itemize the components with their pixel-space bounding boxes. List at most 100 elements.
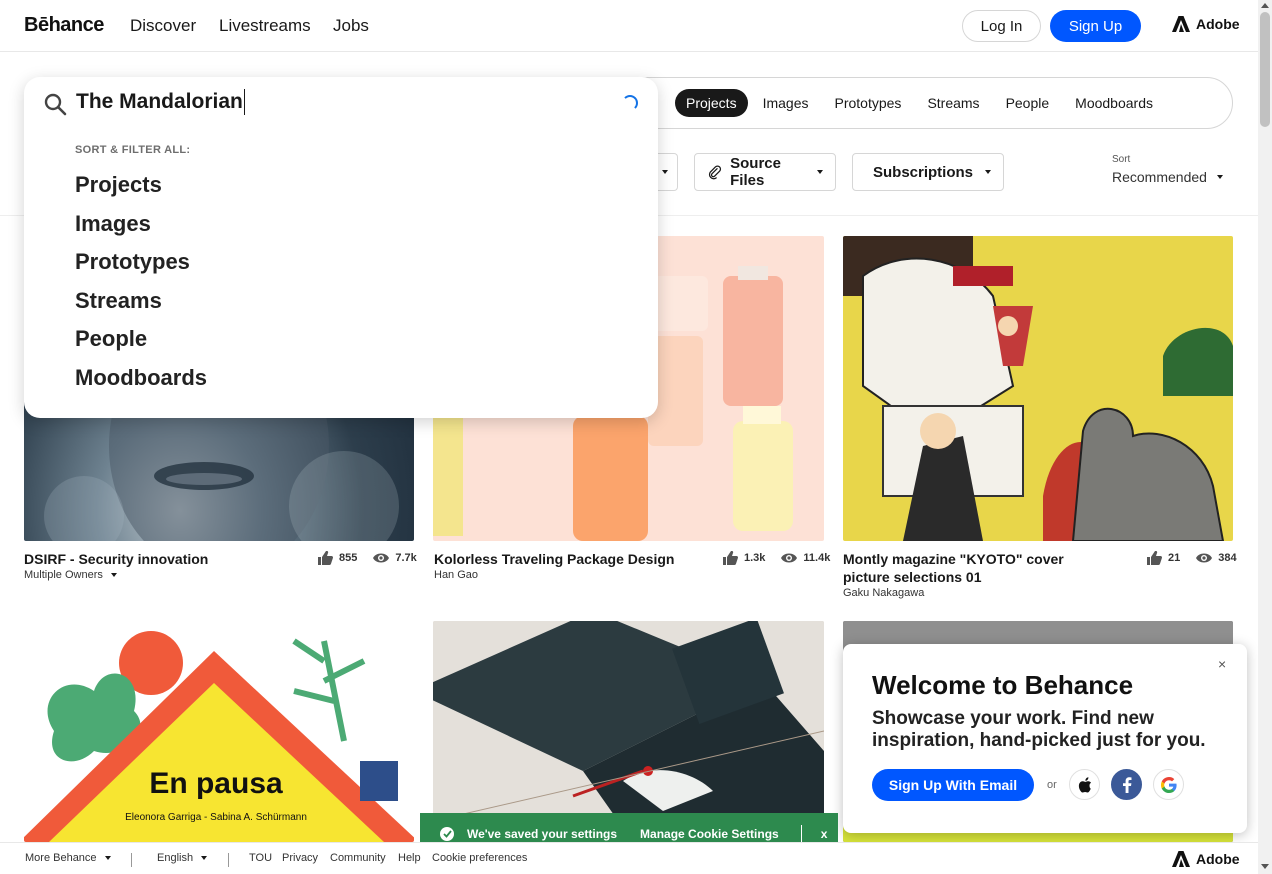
scrollbar-thumb[interactable] xyxy=(1260,12,1270,127)
paperclip-icon xyxy=(708,165,722,180)
chevron-down-icon xyxy=(104,856,111,860)
nav-jobs[interactable]: Jobs xyxy=(333,16,369,36)
manage-cookie-settings-link[interactable]: Manage Cookie Settings xyxy=(640,827,779,841)
adobe-icon xyxy=(1172,16,1190,32)
chevron-down-icon xyxy=(1216,175,1223,179)
top-nav: Bēhance Discover Livestreams Jobs Log In… xyxy=(0,0,1258,52)
kyoto-illustration-image xyxy=(843,236,1233,541)
chevron-down-icon xyxy=(110,573,117,577)
subscriptions-filter[interactable]: Subscriptions xyxy=(852,153,1004,191)
page-scrollbar[interactable] xyxy=(1258,0,1272,874)
language-menu[interactable]: English xyxy=(157,852,208,864)
suggestion-people[interactable]: People xyxy=(75,326,147,352)
project-stats: 855 7.7k xyxy=(317,551,417,565)
crane-box-image xyxy=(433,621,824,842)
project-thumbnail[interactable] xyxy=(843,236,1233,541)
behance-page: { "nav": { "logo": "Bēhance", "links": [… xyxy=(0,0,1272,874)
project-owner[interactable]: Multiple Owners xyxy=(24,569,117,581)
adobe-label: Adobe xyxy=(1196,16,1240,32)
chevron-down-icon xyxy=(662,170,668,174)
view-count: 384 xyxy=(1218,552,1237,564)
suggestion-projects[interactable]: Projects xyxy=(75,172,162,198)
facebook-signin-button[interactable] xyxy=(1111,769,1142,800)
footer-divider xyxy=(131,853,132,867)
chip-moodboards[interactable]: Moodboards xyxy=(1064,89,1164,117)
eye-icon xyxy=(1196,553,1213,563)
apple-icon xyxy=(1078,776,1091,793)
search-type-chips: Projects Images Prototypes Streams Peopl… xyxy=(675,89,1164,117)
footer-link-help[interactable]: Help xyxy=(398,852,421,864)
scroll-up-arrow-icon[interactable] xyxy=(1261,3,1269,8)
loading-spinner-icon xyxy=(622,95,638,111)
chip-projects[interactable]: Projects xyxy=(675,89,748,117)
suggestion-prototypes[interactable]: Prototypes xyxy=(75,249,190,275)
google-icon xyxy=(1160,776,1177,793)
apple-signin-button[interactable] xyxy=(1069,769,1100,800)
footer-link-privacy[interactable]: Privacy xyxy=(282,852,318,864)
footer-link-tou[interactable]: TOU xyxy=(249,852,272,864)
footer-link-cookie-preferences[interactable]: Cookie preferences xyxy=(432,852,527,864)
thumbs-up-icon xyxy=(1147,551,1162,565)
google-signin-button[interactable] xyxy=(1153,769,1184,800)
suggestion-moodboards[interactable]: Moodboards xyxy=(75,365,207,391)
or-label: or xyxy=(1047,779,1057,791)
sort-value: Recommended xyxy=(1112,169,1207,185)
project-thumbnail[interactable] xyxy=(433,621,824,842)
book-title: En pausa xyxy=(149,767,283,800)
toast-close-button[interactable]: x xyxy=(821,827,828,841)
chevron-down-icon xyxy=(817,170,823,174)
suggestion-images[interactable]: Images xyxy=(75,211,151,237)
project-thumbnail[interactable]: En pausa Eleonora Garriga - Sabina A. Sc… xyxy=(24,621,414,842)
chevron-down-icon xyxy=(985,170,992,174)
source-files-filter[interactable]: Source Files xyxy=(694,153,836,191)
footer-adobe-link[interactable]: Adobe xyxy=(1172,851,1240,867)
login-button[interactable]: Log In xyxy=(962,10,1041,42)
sort-dropdown[interactable]: Sort Recommended xyxy=(1112,154,1223,185)
source-files-label: Source Files xyxy=(730,155,781,189)
like-count: 855 xyxy=(339,552,358,564)
chip-prototypes[interactable]: Prototypes xyxy=(824,89,913,117)
suggestion-streams[interactable]: Streams xyxy=(75,288,162,314)
scroll-down-arrow-icon[interactable] xyxy=(1261,864,1269,869)
like-count: 21 xyxy=(1168,552,1181,564)
more-behance-menu[interactable]: More Behance xyxy=(25,852,111,864)
search-suggestions-dropdown: The Mandalorian SORT & FILTER ALL: Proje… xyxy=(24,77,658,418)
book-authors: Eleonora Garriga - Sabina A. Schürmann xyxy=(125,812,307,823)
subscriptions-label: Subscriptions xyxy=(873,163,974,181)
search-icon xyxy=(44,93,67,116)
chip-images[interactable]: Images xyxy=(752,89,820,117)
language-label: English xyxy=(157,852,194,864)
search-input[interactable]: The Mandalorian xyxy=(76,89,245,115)
adobe-label: Adobe xyxy=(1196,851,1240,867)
project-owner[interactable]: Han Gao xyxy=(434,569,478,581)
behance-logo[interactable]: Bēhance xyxy=(24,14,104,37)
owner-name: Multiple Owners xyxy=(24,569,103,581)
project-title[interactable]: Kolorless Traveling Package Design xyxy=(434,550,674,568)
project-stats: 21 384 xyxy=(1146,551,1237,565)
en-pausa-book-image: En pausa Eleonora Garriga - Sabina A. Sc… xyxy=(24,631,414,842)
view-count: 7.7k xyxy=(395,552,417,564)
sort-label: Sort xyxy=(1112,154,1131,165)
adobe-link[interactable]: Adobe xyxy=(1172,16,1240,32)
project-title[interactable]: DSIRF - Security innovation xyxy=(24,550,208,568)
facebook-icon xyxy=(1122,776,1131,793)
eye-icon xyxy=(373,553,390,563)
search-query: The Mandalorian xyxy=(76,90,243,113)
close-icon[interactable]: × xyxy=(1218,656,1226,672)
nav-discover[interactable]: Discover xyxy=(130,16,196,36)
project-title[interactable]: Montly magazine "KYOTO" cover picture se… xyxy=(843,550,1103,586)
sort-filter-heading: SORT & FILTER ALL: xyxy=(75,144,191,156)
footer: More Behance English TOU Privacy Communi… xyxy=(0,842,1258,874)
footer-divider xyxy=(228,853,229,867)
signup-email-button[interactable]: Sign Up With Email xyxy=(872,769,1034,801)
thumbs-up-icon xyxy=(318,551,333,565)
chip-streams[interactable]: Streams xyxy=(916,89,990,117)
signup-button[interactable]: Sign Up xyxy=(1050,10,1141,42)
welcome-title: Welcome to Behance xyxy=(872,670,1134,700)
footer-link-community[interactable]: Community xyxy=(330,852,386,864)
project-owner[interactable]: Gaku Nakagawa xyxy=(843,587,924,599)
more-behance-label: More Behance xyxy=(25,852,97,864)
nav-livestreams[interactable]: Livestreams xyxy=(219,16,311,36)
chip-people[interactable]: People xyxy=(995,89,1061,117)
project-stats: 1.3k 11.4k xyxy=(722,551,830,565)
